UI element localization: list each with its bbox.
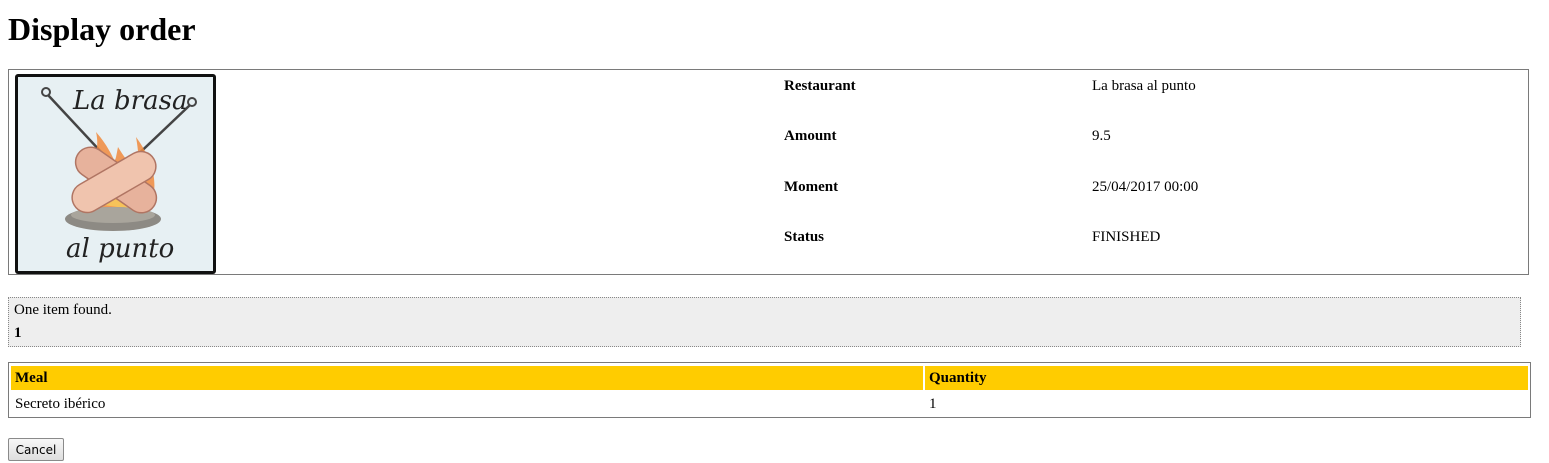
restaurant-label: Restaurant — [784, 78, 856, 94]
column-header-quantity[interactable]: Quantity — [925, 366, 1528, 390]
restaurant-logo: La brasa al punto — [15, 74, 216, 274]
pagination-banner: One item found. 1 — [8, 297, 1521, 347]
svg-text:La brasa: La brasa — [72, 86, 187, 116]
restaurant-logo-image: La brasa al punto — [18, 77, 213, 271]
restaurant-value: La brasa al punto — [1092, 78, 1196, 94]
status-value: FINISHED — [1092, 229, 1161, 245]
svg-text:al punto: al punto — [66, 234, 174, 264]
order-items-table: Meal Quantity Secreto ibérico 1 — [8, 362, 1531, 418]
amount-value: 9.5 — [1092, 128, 1111, 144]
cancel-button[interactable]: Cancel — [8, 438, 64, 461]
page-link-current[interactable]: 1 — [14, 325, 22, 342]
moment-label: Moment — [784, 179, 839, 195]
column-header-meal[interactable]: Meal — [11, 366, 923, 390]
table-row-quantity: 1 — [929, 396, 937, 412]
order-details: La brasa al punto Restaurant La brasa al… — [8, 69, 1529, 275]
status-label: Status — [784, 229, 825, 245]
table-row-meal: Secreto ibérico — [15, 396, 106, 412]
page-title: Display order — [8, 11, 196, 47]
items-found-text: One item found. — [14, 302, 112, 318]
moment-value: 25/04/2017 00:00 — [1092, 179, 1199, 195]
amount-label: Amount — [784, 128, 837, 144]
